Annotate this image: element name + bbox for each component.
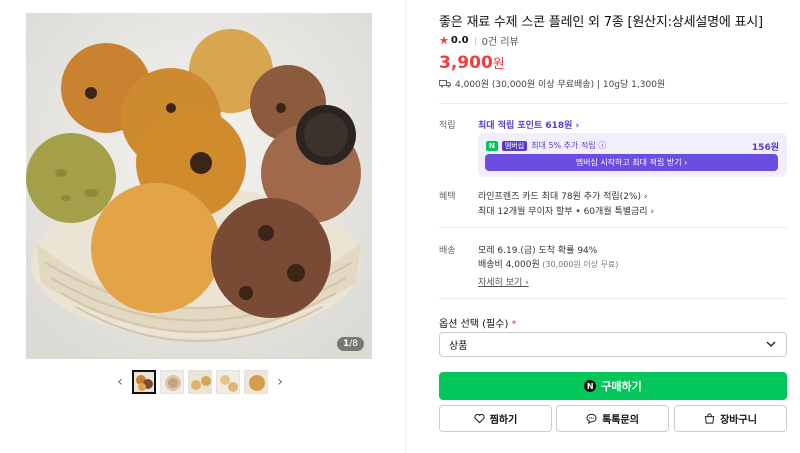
product-title: 좋은 재료 수제 스콘 플레인 외 7종 [원산지:상세설명에 표시] — [439, 15, 763, 30]
delivery-fee-note: (30,000원 이상 무료) — [539, 260, 619, 269]
divider — [439, 227, 787, 228]
naverpay-n-icon: N — [584, 380, 597, 392]
truck-icon — [439, 79, 451, 87]
chat-bubble-icon — [586, 413, 597, 424]
buy-button-label: 구매하기 — [601, 380, 642, 393]
thumbnail-1[interactable] — [132, 370, 156, 394]
extra-point-amount: 156원 — [751, 143, 779, 153]
required-mark: * — [508, 319, 517, 330]
arrival-estimate: 모레 6.19.(금) 도착 확률 94% — [478, 246, 598, 256]
benefits-label: 혜택 — [439, 192, 456, 202]
option-select[interactable]: 상품 — [439, 332, 787, 357]
extra-point-row: N 멤버십 최대 5% 추가 적립 ⓘ — [486, 140, 606, 151]
naverpay-badge: N — [486, 140, 498, 151]
delivery-fee-text: 배송비 4,000원 — [478, 260, 540, 270]
shopping-bag-icon — [704, 413, 715, 424]
review-count[interactable]: 0건 리뷰 — [482, 33, 519, 48]
membership-badge: 멤버십 — [501, 140, 528, 151]
delivery-label: 배송 — [439, 246, 456, 256]
delivery-detail-link[interactable]: 자세히 보기 › — [478, 275, 529, 288]
thumbnail-3[interactable] — [188, 370, 212, 394]
option-label-text: 옵션 선택 (필수) — [439, 319, 509, 330]
price: 3,900원 — [439, 53, 505, 73]
max-point-link[interactable]: 최대 적립 포인트 618원 › — [478, 118, 579, 131]
chevron-down-icon — [766, 341, 776, 347]
chevron-right-icon[interactable]: › — [272, 370, 288, 394]
membership-point-box: N 멤버십 최대 5% 추가 적립 ⓘ 156원 멤버십 시작하고 최대 적립 … — [478, 133, 787, 177]
shipping-summary-text: 4,000원 (30,000원 이상 무료배송) | 10g당 1,300원 — [455, 80, 666, 90]
thumbnail-5[interactable] — [244, 370, 268, 394]
cart-label: 장바구니 — [720, 415, 757, 426]
image-page-counter: 1/8 — [336, 337, 364, 351]
price-value: 3,900 — [439, 53, 493, 73]
option-selected-value: 상품 — [449, 341, 468, 352]
thumbnail-4[interactable] — [216, 370, 240, 394]
extra-point-text[interactable]: 최대 5% 추가 적립 ⓘ — [531, 140, 606, 151]
talk-inquiry-label: 톡톡문의 — [602, 415, 639, 426]
cart-button[interactable]: 장바구니 — [674, 405, 787, 432]
talk-inquiry-button[interactable]: 톡톡문의 — [556, 405, 669, 432]
column-divider — [405, 0, 406, 453]
price-unit: 원 — [492, 57, 505, 72]
points-label: 적립 — [439, 121, 456, 131]
thumbnail-strip: ‹ › — [112, 369, 288, 395]
wishlist-button[interactable]: 찜하기 — [439, 405, 552, 432]
start-membership-button[interactable]: 멤버십 시작하고 최대 적립 받기 › — [485, 154, 778, 171]
divider — [439, 298, 787, 299]
main-product-image[interactable]: 1/8 — [26, 13, 372, 359]
thumbnail-2[interactable] — [160, 370, 184, 394]
rating-row[interactable]: ★ 0.0 0건 리뷰 — [439, 33, 519, 48]
star-icon: ★ — [439, 34, 449, 47]
shipping-summary: 4,000원 (30,000원 이상 무료배송) | 10g당 1,300원 — [439, 77, 665, 90]
chevron-left-icon[interactable]: ‹ — [112, 370, 128, 394]
wishlist-label: 찜하기 — [489, 415, 518, 426]
divider — [439, 103, 787, 104]
installment-benefit-link[interactable]: 최대 12개월 무이자 할부 • 60개월 특별금리 › — [478, 204, 654, 217]
delivery-fee: 배송비 4,000원 (30,000원 이상 무료) — [478, 257, 618, 270]
buy-button[interactable]: N 구매하기 — [439, 372, 787, 400]
rating-score: 0.0 — [450, 35, 469, 46]
option-label: 옵션 선택 (필수) * — [439, 315, 517, 330]
rating-separator — [474, 36, 476, 45]
scone-basket-photo — [26, 13, 372, 359]
heart-icon — [474, 413, 485, 424]
card-benefit-link[interactable]: 라인프렌즈 카드 최대 78원 추가 적립(2%) › — [478, 189, 647, 202]
